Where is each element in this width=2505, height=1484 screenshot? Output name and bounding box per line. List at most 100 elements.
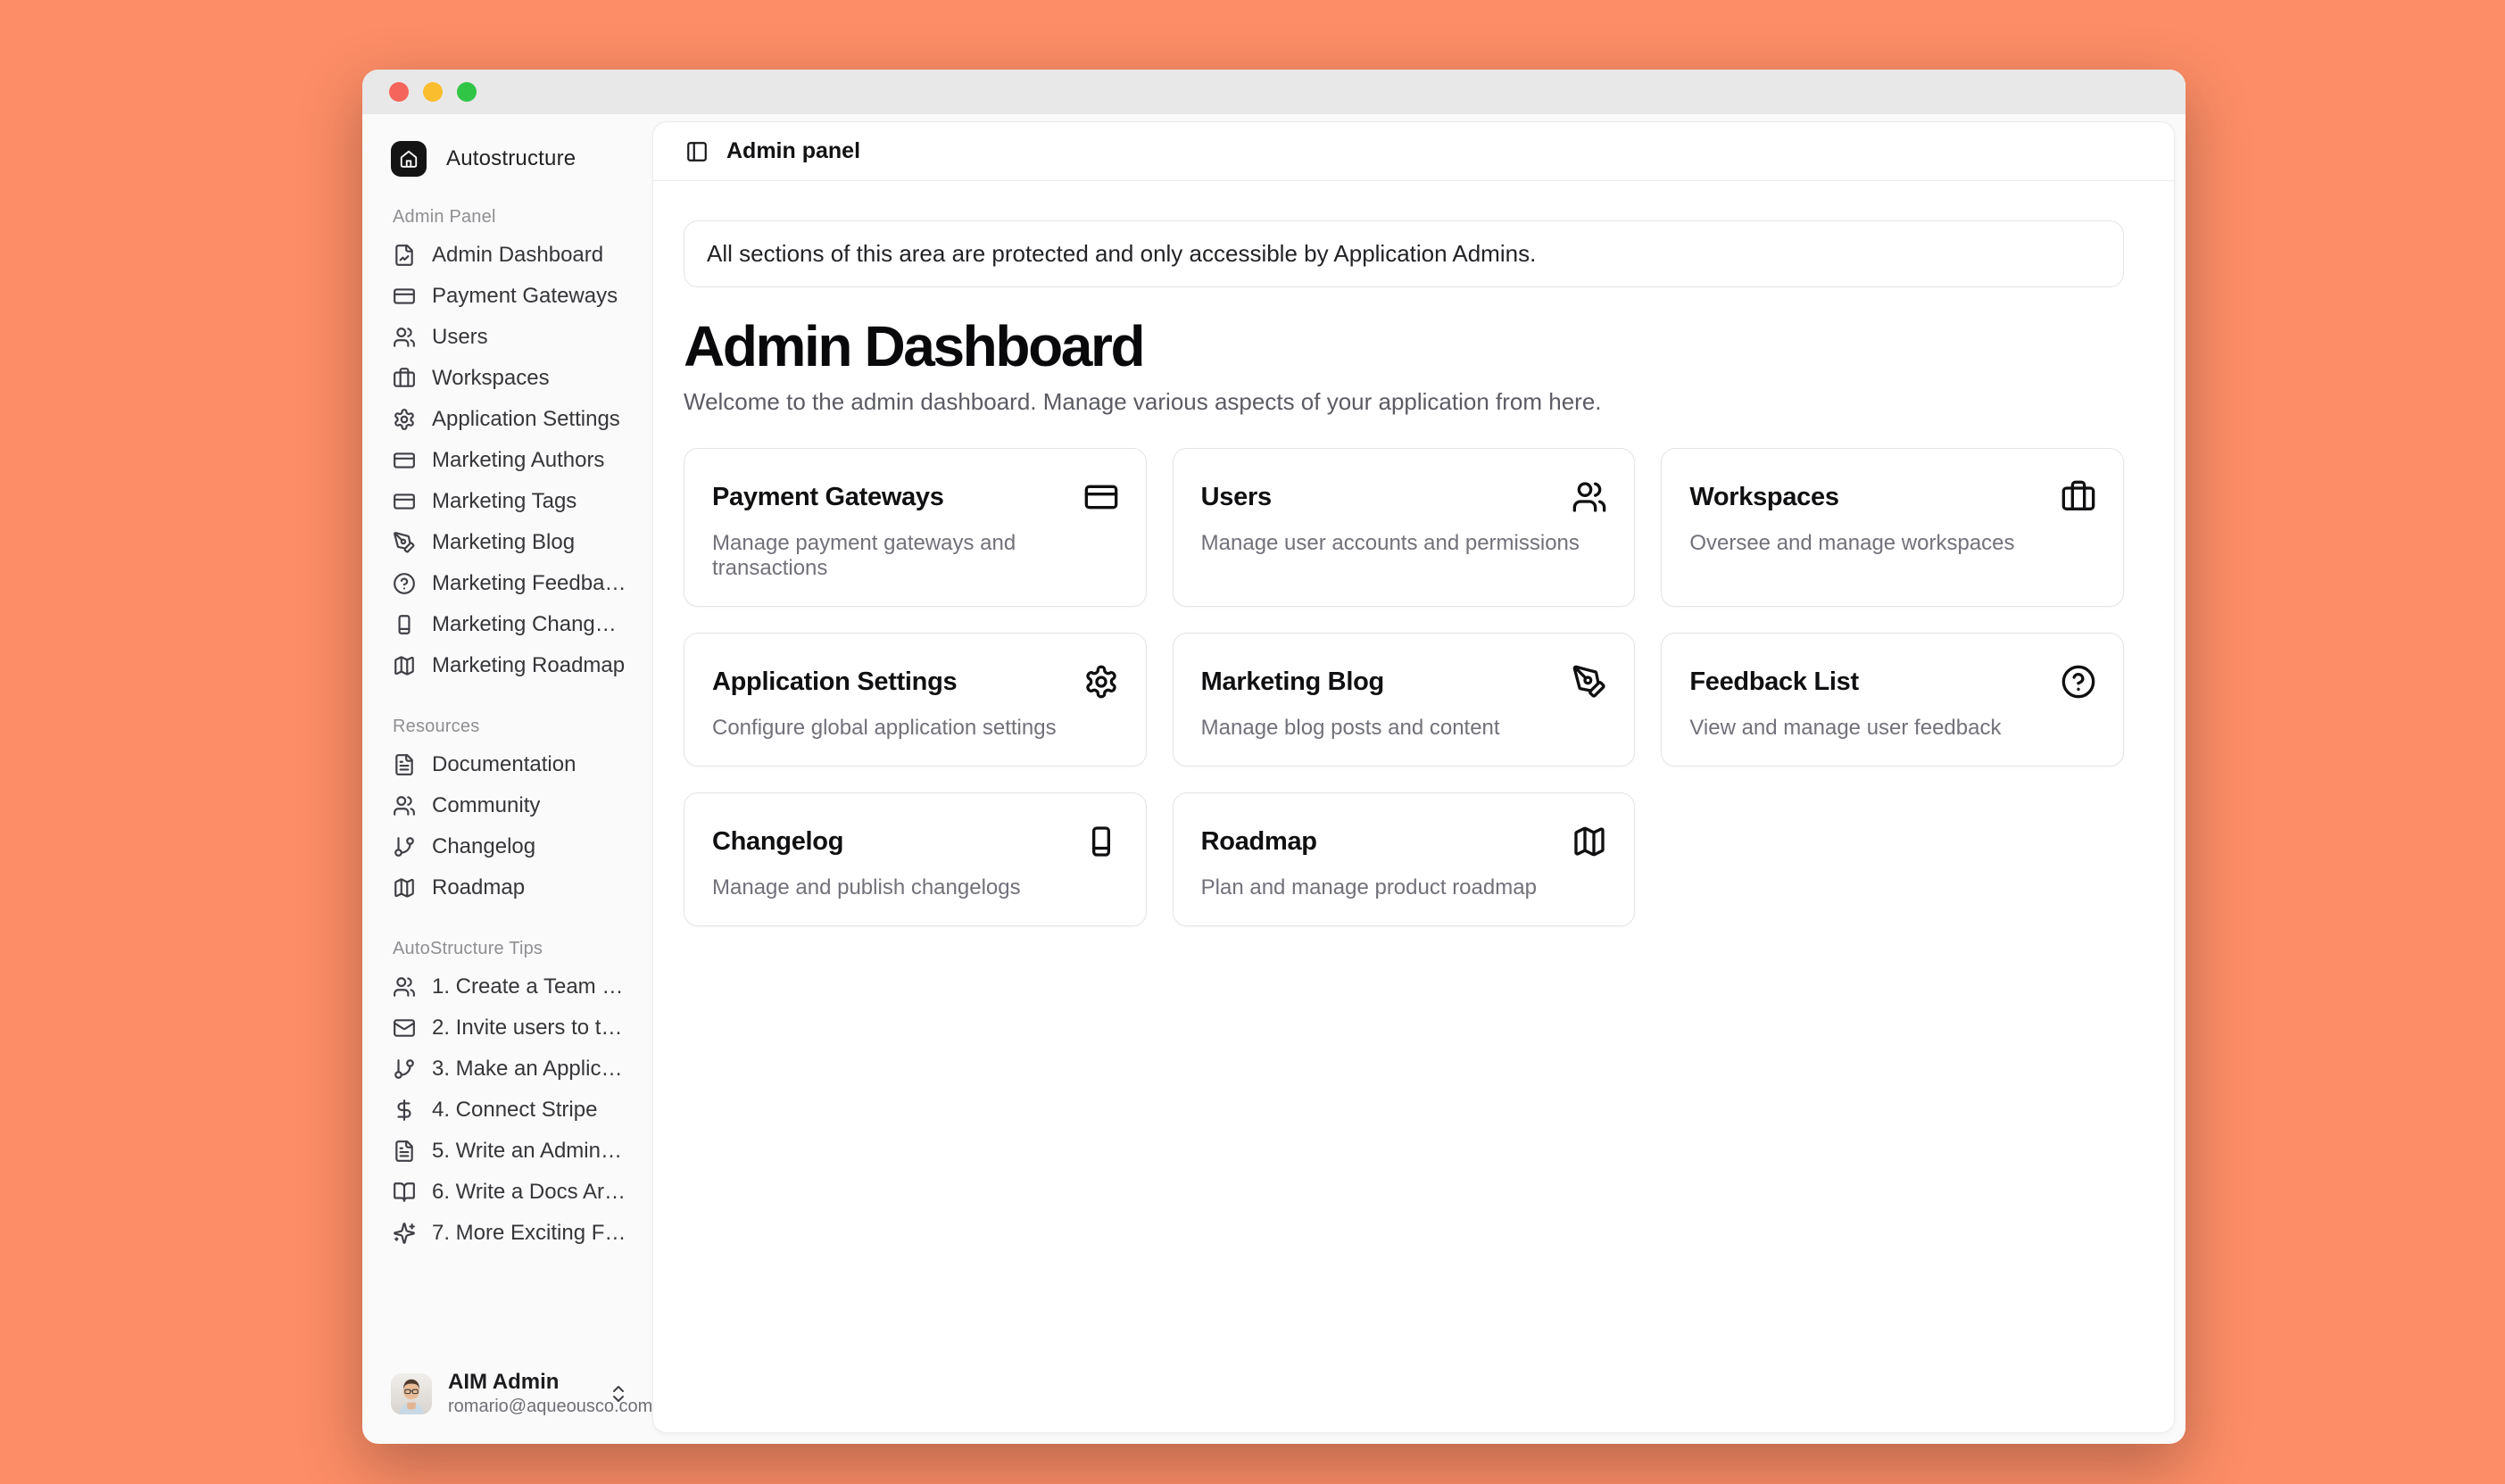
user-menu-button[interactable]: AIM Admin romario@aqueousco.com xyxy=(387,1365,633,1422)
settings-icon xyxy=(393,408,416,431)
git-branch-icon xyxy=(393,1057,416,1081)
circle-help-icon xyxy=(2061,664,2096,700)
card-title: Roadmap xyxy=(1201,827,1317,857)
pen-tool-icon xyxy=(393,531,416,554)
minimize-window-button[interactable] xyxy=(423,82,443,102)
card-roadmap[interactable]: Roadmap Plan and manage product roadmap xyxy=(1173,792,1636,926)
sidebar-item-6-write-a-docs-article[interactable]: 6. Write a Docs Article xyxy=(387,1172,633,1213)
app-logo[interactable]: Autostructure xyxy=(387,141,633,177)
card-changelog[interactable]: Changelog Manage and publish changelogs xyxy=(684,792,1147,926)
card-description: Manage payment gateways and transactions xyxy=(712,531,1119,581)
card-title: Feedback List xyxy=(1689,667,1859,697)
sidebar-item-admin-dashboard[interactable]: Admin Dashboard xyxy=(387,235,633,276)
section-label: AutoStructure Tips xyxy=(387,939,633,959)
mail-icon xyxy=(393,1016,416,1040)
briefcase-icon xyxy=(393,367,416,390)
sparkles-icon xyxy=(393,1222,416,1245)
admin-protection-notice: All sections of this area are protected … xyxy=(684,220,2124,287)
main-header: Admin panel xyxy=(653,122,2174,181)
credit-card-icon xyxy=(393,285,416,308)
sidebar-item-changelog[interactable]: Changelog xyxy=(387,826,633,867)
sidebar-item-marketing-changelog-list[interactable]: Marketing Changelog List xyxy=(387,604,633,645)
sidebar-item-label: Changelog xyxy=(432,834,535,859)
sidebar-item-7-more-exciting-features[interactable]: 7. More Exciting Features xyxy=(387,1213,633,1254)
sidebar-item-marketing-feedback-list[interactable]: Marketing Feedback List xyxy=(387,563,633,604)
sidebar-item-label: 7. More Exciting Features xyxy=(432,1221,627,1246)
user-email: romario@aqueousco.com xyxy=(448,1397,592,1417)
sidebar-section-admin-panel: Admin Panel Admin Dashboard Payment Gate… xyxy=(387,207,633,686)
users-icon xyxy=(393,794,416,817)
sidebar-item-label: Marketing Tags xyxy=(432,489,576,514)
card-description: Manage user accounts and permissions xyxy=(1201,531,1608,556)
file-text-icon xyxy=(393,753,416,776)
card-application-settings[interactable]: Application Settings Configure global ap… xyxy=(684,633,1147,767)
card-feedback-list[interactable]: Feedback List View and manage user feedb… xyxy=(1661,633,2124,767)
sidebar-item-label: Documentation xyxy=(432,752,576,777)
sidebar-item-label: 5. Write an Admin Blog Post xyxy=(432,1139,627,1164)
sidebar-item-5-write-an-admin-blog-post[interactable]: 5. Write an Admin Blog Post xyxy=(387,1131,633,1172)
file-text-icon xyxy=(393,1140,416,1163)
sidebar-item-label: 1. Create a Team Workspace xyxy=(432,974,627,999)
sidebar-item-marketing-blog[interactable]: Marketing Blog xyxy=(387,522,633,563)
sidebar-item-1-create-a-team-workspace[interactable]: 1. Create a Team Workspace xyxy=(387,966,633,1007)
card-title: Workspaces xyxy=(1689,483,1838,512)
sidebar-item-label: Payment Gateways xyxy=(432,284,618,309)
user-name: AIM Admin xyxy=(448,1371,592,1394)
sidebar: Autostructure Admin Panel Admin Dashboar… xyxy=(362,114,652,1444)
users-icon xyxy=(1572,479,1607,515)
credit-card-icon xyxy=(393,490,416,513)
sidebar-item-application-settings[interactable]: Application Settings xyxy=(387,399,633,440)
credit-card-icon xyxy=(393,449,416,472)
app-name: Autostructure xyxy=(446,146,576,171)
sidebar-item-3-make-an-application-ad[interactable]: 3. Make an Application Ad... xyxy=(387,1049,633,1090)
sidebar-item-label: Marketing Changelog List xyxy=(432,612,627,637)
sidebar-item-label: Workspaces xyxy=(432,366,550,391)
sidebar-item-label: Marketing Roadmap xyxy=(432,653,625,678)
card-title: Users xyxy=(1201,483,1272,512)
sidebar-item-documentation[interactable]: Documentation xyxy=(387,744,633,785)
sidebar-item-label: Users xyxy=(432,325,488,350)
book-open-icon xyxy=(393,1181,416,1204)
sidebar-item-label: Marketing Feedback List xyxy=(432,571,627,596)
section-label: Admin Panel xyxy=(387,207,633,228)
chevrons-up-down-icon xyxy=(608,1383,629,1405)
sidebar-item-marketing-tags[interactable]: Marketing Tags xyxy=(387,481,633,522)
card-title: Marketing Blog xyxy=(1201,667,1384,697)
file-chart-icon xyxy=(393,244,416,267)
sidebar-item-payment-gateways[interactable]: Payment Gateways xyxy=(387,276,633,317)
card-title: Payment Gateways xyxy=(712,483,944,512)
sidebar-item-roadmap[interactable]: Roadmap xyxy=(387,867,633,908)
page-subtitle: Welcome to the admin dashboard. Manage v… xyxy=(684,388,2124,416)
card-description: View and manage user feedback xyxy=(1689,716,2096,741)
sidebar-item-2-invite-users-to-team[interactable]: 2. Invite users to team xyxy=(387,1007,633,1049)
briefcase-icon xyxy=(2061,479,2096,515)
main-content: All sections of this area are protected … xyxy=(653,181,2174,1432)
card-workspaces[interactable]: Workspaces Oversee and manage workspaces xyxy=(1661,448,2124,607)
close-window-button[interactable] xyxy=(389,82,409,102)
sidebar-item-users[interactable]: Users xyxy=(387,317,633,358)
sidebar-item-marketing-roadmap[interactable]: Marketing Roadmap xyxy=(387,645,633,686)
card-title: Changelog xyxy=(712,827,843,857)
credit-card-icon xyxy=(1083,479,1119,515)
pen-tool-icon xyxy=(1572,664,1607,700)
sidebar-item-workspaces[interactable]: Workspaces xyxy=(387,358,633,399)
sidebar-item-label: 3. Make an Application Ad... xyxy=(432,1057,627,1082)
breadcrumb: Admin panel xyxy=(726,138,860,164)
card-users[interactable]: Users Manage user accounts and permissio… xyxy=(1173,448,1636,607)
card-description: Manage blog posts and content xyxy=(1201,716,1608,741)
card-payment-gateways[interactable]: Payment Gateways Manage payment gateways… xyxy=(684,448,1147,607)
sidebar-item-4-connect-stripe[interactable]: 4. Connect Stripe xyxy=(387,1090,633,1131)
sidebar-item-marketing-authors[interactable]: Marketing Authors xyxy=(387,440,633,481)
panel-left-icon[interactable] xyxy=(685,140,709,163)
map-icon xyxy=(393,876,416,900)
card-description: Oversee and manage workspaces xyxy=(1689,531,2096,556)
sidebar-item-label: 6. Write a Docs Article xyxy=(432,1180,627,1205)
sidebar-section-tips: AutoStructure Tips 1. Create a Team Work… xyxy=(387,939,633,1254)
sidebar-item-community[interactable]: Community xyxy=(387,785,633,826)
sidebar-item-label: Marketing Authors xyxy=(432,448,604,473)
zoom-window-button[interactable] xyxy=(457,82,477,102)
sidebar-item-label: 2. Invite users to team xyxy=(432,1016,627,1040)
card-title: Application Settings xyxy=(712,667,957,697)
card-marketing-blog[interactable]: Marketing Blog Manage blog posts and con… xyxy=(1173,633,1636,767)
window-titlebar xyxy=(362,70,2186,114)
